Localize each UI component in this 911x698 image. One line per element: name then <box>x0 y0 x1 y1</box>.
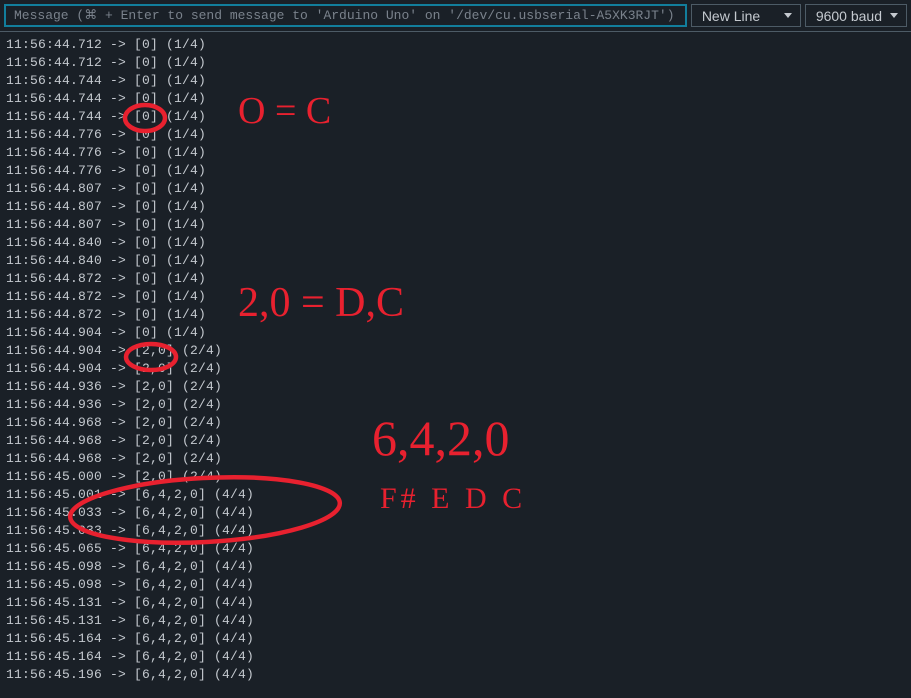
chevron-down-icon <box>890 13 898 18</box>
chevron-down-icon <box>784 13 792 18</box>
line-ending-value: New Line <box>702 8 760 24</box>
toolbar: New Line 9600 baud <box>0 0 911 32</box>
serial-output[interactable]: 11:56:44.712 -> [0] (1/4) 11:56:44.712 -… <box>0 32 911 688</box>
baud-rate-value: 9600 baud <box>816 8 882 24</box>
line-ending-select[interactable]: New Line <box>691 4 801 27</box>
baud-rate-select[interactable]: 9600 baud <box>805 4 907 27</box>
message-input[interactable] <box>4 4 687 27</box>
